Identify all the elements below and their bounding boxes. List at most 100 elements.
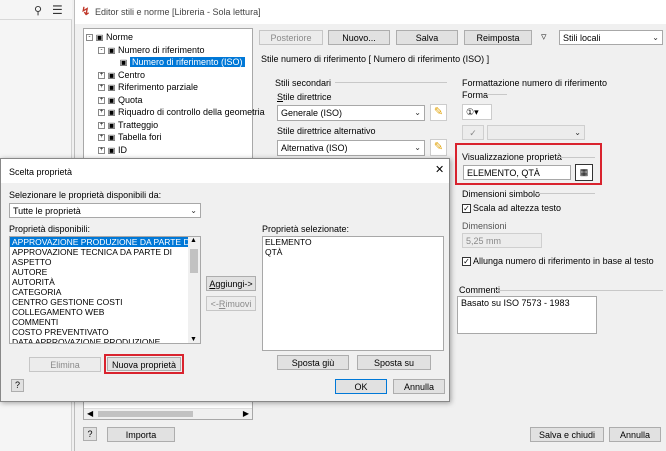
comments-field[interactable]: Basato su ISO 7573 - 1983 xyxy=(457,296,597,334)
selected-properties-list[interactable]: ELEMENTO QTÀ xyxy=(262,236,444,351)
tree-item[interactable]: - ▣ Norme xyxy=(86,31,133,43)
delete-button[interactable]: Elimina xyxy=(29,357,101,372)
size-label: Dimensioni xyxy=(462,221,507,231)
alt-leader-style-select[interactable]: Alternativa (ISO) ⌄ xyxy=(277,140,425,156)
expand-icon[interactable]: + xyxy=(98,109,105,117)
chevron-down-icon: ⌄ xyxy=(414,143,421,152)
scroll-thumb[interactable] xyxy=(98,411,193,417)
tree-item[interactable]: + ▣ Centro xyxy=(98,69,145,81)
collapse-icon[interactable]: - xyxy=(98,46,105,54)
back-button[interactable]: Posteriore xyxy=(259,30,323,45)
tree-item-label: Riquadro di controllo della geometria xyxy=(118,107,265,117)
tree-item-label: Tabella fori xyxy=(118,132,162,142)
tree-item[interactable]: + ▣ ID xyxy=(98,144,127,156)
tree-item-label: Numero di riferimento xyxy=(118,44,205,55)
list-item[interactable]: QTÀ xyxy=(263,247,443,257)
tree-item-label: Numero di riferimento (ISO) xyxy=(130,57,245,67)
move-up-button[interactable]: Sposta su xyxy=(357,355,431,370)
format-group: Formattazione numero di riferimento xyxy=(462,78,608,88)
divider xyxy=(559,157,595,158)
scroll-thumb[interactable] xyxy=(190,249,198,273)
import-button[interactable]: Importa xyxy=(107,427,175,442)
secondary-styles-group: Stili secondari xyxy=(275,78,332,88)
ok-button[interactable]: OK xyxy=(335,379,387,394)
expand-icon[interactable]: + xyxy=(98,84,105,92)
chevron-down-icon: ⌄ xyxy=(190,206,197,215)
tree-item[interactable]: + ▣ Tabella fori xyxy=(98,131,162,143)
list-item[interactable]: CENTRO GESTIONE COSTI xyxy=(10,297,200,307)
new-property-button[interactable]: Nuova proprietà xyxy=(107,357,181,371)
tree-item[interactable]: - ▣ Numero di riferimento xyxy=(98,44,205,56)
expand-icon[interactable]: + xyxy=(98,71,105,79)
tree-item[interactable]: ▣ Numero di riferimento (ISO) xyxy=(110,56,245,68)
property-display-label: Visualizzazione proprietà xyxy=(462,152,562,162)
app-logo-icon: ↯ xyxy=(81,6,91,18)
shape-option-select: ⌄ xyxy=(487,125,585,140)
expand-icon[interactable]: + xyxy=(98,146,105,154)
scale-to-text-checkbox[interactable]: ✓ Scala ad altezza testo xyxy=(462,203,561,214)
close-icon[interactable]: ✕ xyxy=(435,163,444,176)
list-item[interactable]: COLLEGAMENTO WEB xyxy=(10,307,200,317)
dialog-cancel-button[interactable]: Annulla xyxy=(393,379,445,394)
chevron-down-icon: ⌄ xyxy=(652,33,659,42)
tree-item[interactable]: + ▣ Riferimento parziale xyxy=(98,81,198,93)
tree-item-label: Norme xyxy=(106,32,134,42)
extend-to-text-checkbox[interactable]: ✓ Allunga numero di riferimento in base a… xyxy=(462,256,654,267)
available-properties-list[interactable]: APPROVAZIONE PRODUZIONE DA PARTE DI APPRO… xyxy=(9,236,201,344)
property-chooser-dialog: Scelta proprietà ✕ Selezionare le propri… xyxy=(0,158,450,402)
list-item[interactable]: DATA APPROVAZIONE PRODUZIONE xyxy=(10,337,200,343)
pencil-icon: ✎ xyxy=(433,141,444,153)
list-item[interactable]: APPROVAZIONE TECNICA DA PARTE DI xyxy=(10,247,200,257)
tree-item[interactable]: + ▣ Riquadro di controllo della geometria xyxy=(98,106,265,118)
dialog-title-bar: Scelta proprietà ✕ xyxy=(1,159,449,183)
tree-item-label: Centro xyxy=(118,69,146,80)
list-item[interactable]: COMMENTI xyxy=(10,317,200,327)
tree-item[interactable]: + ▣ Tratteggio xyxy=(98,119,158,131)
horizontal-scrollbar[interactable]: ◀ ▶ xyxy=(84,408,252,419)
scroll-right-icon[interactable]: ▶ xyxy=(243,409,249,418)
remove-button[interactable]: <-Rimuovi xyxy=(206,296,256,311)
tree-item[interactable]: + ▣ Quota xyxy=(98,94,143,106)
leader-style-select[interactable]: Generale (ISO) ⌄ xyxy=(277,105,425,121)
help-button[interactable]: ? xyxy=(11,379,24,392)
edit-leader-style-button[interactable]: ✎ xyxy=(430,104,447,121)
reset-button[interactable]: Reimposta xyxy=(464,30,532,45)
tree-item-label: Tratteggio xyxy=(118,119,159,130)
save-button[interactable]: Salva xyxy=(396,30,458,45)
scroll-down-icon[interactable]: ▼ xyxy=(190,336,197,343)
vertical-scrollbar[interactable]: ▲ ▼ xyxy=(188,237,200,343)
cancel-button[interactable]: Annulla xyxy=(609,427,661,442)
scroll-left-icon[interactable]: ◀ xyxy=(87,409,93,418)
expand-icon[interactable]: + xyxy=(98,121,105,129)
title-bar: ↯ Editor stili e norme [Libreria - Sola … xyxy=(75,0,666,24)
list-item[interactable]: CATEGORIA xyxy=(10,287,200,297)
shape-select[interactable]: ①▾ xyxy=(462,104,492,120)
shape-color-button: ✓ xyxy=(462,125,484,140)
comments-label: Commenti xyxy=(459,285,501,295)
list-item[interactable]: APPROVAZIONE PRODUZIONE DA PARTE DI xyxy=(10,237,192,247)
expand-icon[interactable]: + xyxy=(98,134,105,142)
edit-alt-leader-style-button[interactable]: ✎ xyxy=(430,139,447,156)
tree-item-label: Riferimento parziale xyxy=(118,82,199,92)
scroll-up-icon[interactable]: ▲ xyxy=(190,237,197,244)
add-button[interactable]: Aggiungi-> xyxy=(206,276,256,291)
menu-icon[interactable]: ☰ xyxy=(52,3,63,17)
list-item[interactable]: AUTORITÀ xyxy=(10,277,200,287)
list-item[interactable]: COSTO PREVENTIVATO xyxy=(10,327,200,337)
list-item[interactable]: ELEMENTO xyxy=(263,237,443,247)
save-close-button[interactable]: Salva e chiudi xyxy=(530,427,604,442)
list-item[interactable]: ASPETTO xyxy=(10,257,200,267)
expand-icon[interactable]: + xyxy=(98,96,105,104)
filter-icon: ▿ xyxy=(541,31,547,43)
edit-properties-button[interactable]: ▦ xyxy=(575,164,593,181)
search-icon[interactable]: ⚲ xyxy=(34,4,42,17)
list-item[interactable]: AUTORE xyxy=(10,267,200,277)
style-node-icon: ▣ xyxy=(107,133,116,143)
help-button[interactable]: ? xyxy=(83,427,97,441)
style-filter-select[interactable]: Stili locali ⌄ xyxy=(559,30,663,45)
source-select[interactable]: Tutte le proprietà ⌄ xyxy=(9,203,201,218)
divider xyxy=(335,82,447,83)
new-button[interactable]: Nuovo... xyxy=(328,30,390,45)
collapse-icon[interactable]: - xyxy=(86,34,93,42)
move-down-button[interactable]: Sposta giù xyxy=(277,355,349,370)
